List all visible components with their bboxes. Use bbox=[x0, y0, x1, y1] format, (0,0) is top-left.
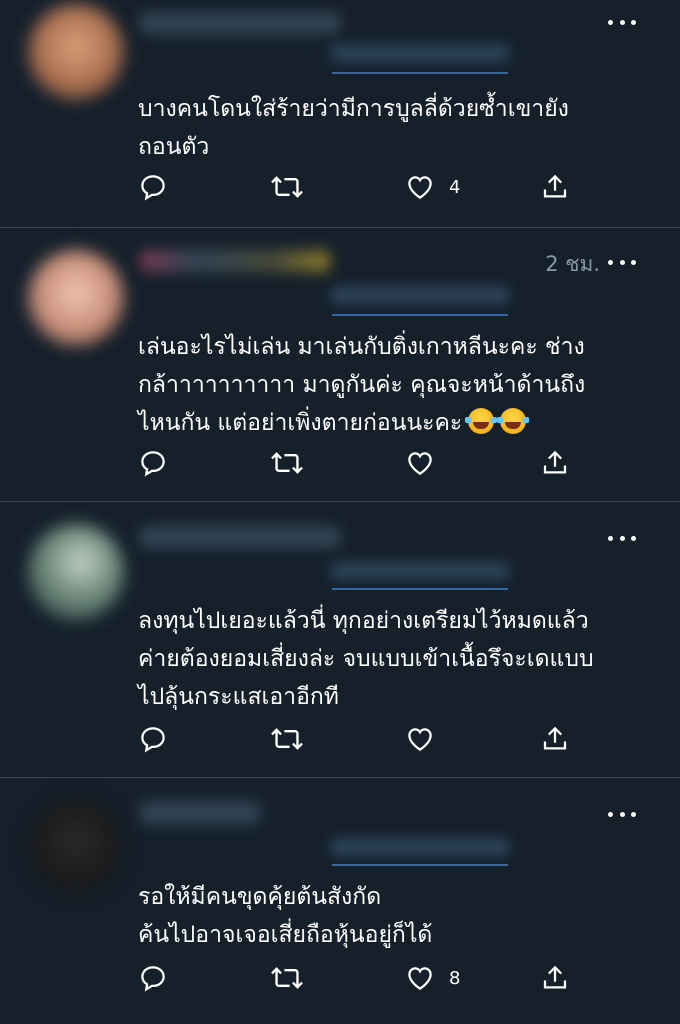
like-button[interactable] bbox=[405, 722, 449, 756]
tweet-actions bbox=[0, 446, 680, 480]
author-handle[interactable] bbox=[330, 286, 510, 304]
handle-underline bbox=[332, 72, 508, 74]
share-button[interactable] bbox=[540, 722, 570, 756]
retweet-icon bbox=[271, 728, 303, 750]
like-button[interactable] bbox=[405, 446, 449, 480]
author-name[interactable] bbox=[140, 802, 260, 824]
handle-underline bbox=[332, 864, 508, 866]
share-icon bbox=[543, 726, 567, 750]
tweet[interactable]: ลงทุนไปเยอะแล้วนี่ ทุกอย่างเตรียมไว้หมดแ… bbox=[0, 502, 680, 778]
reply-button[interactable] bbox=[138, 170, 182, 204]
handle-underline bbox=[332, 588, 508, 590]
tweet[interactable]: 2 ชม. เล่นอะไรไม่เล่น มาเล่นกับติ่งเกาหล… bbox=[0, 228, 680, 502]
tweet-text: บางคนโดนใส่ร้ายว่ามีการบูลลี่ด้วยซ้ำเขาย… bbox=[138, 96, 569, 160]
reply-icon bbox=[141, 966, 165, 992]
reply-icon bbox=[141, 451, 165, 477]
reply-button[interactable] bbox=[138, 961, 182, 995]
reply-button[interactable] bbox=[138, 722, 182, 756]
retweet-button[interactable] bbox=[270, 446, 318, 480]
share-icon bbox=[543, 174, 567, 198]
share-button[interactable] bbox=[540, 170, 570, 204]
more-icon[interactable] bbox=[608, 18, 636, 26]
more-icon[interactable] bbox=[608, 810, 636, 818]
retweet-icon bbox=[271, 967, 303, 989]
tweet-time[interactable]: 2 ชม. bbox=[545, 248, 600, 281]
handle-underline bbox=[332, 314, 508, 316]
avatar[interactable] bbox=[28, 798, 124, 894]
avatar[interactable] bbox=[28, 4, 124, 100]
like-count: 8 bbox=[449, 967, 461, 989]
tweet-text: เล่นอะไรไม่เล่น มาเล่นกับติ่งเกาหลีนะคะ … bbox=[138, 328, 658, 442]
reply-icon bbox=[141, 727, 165, 753]
more-icon[interactable] bbox=[608, 534, 636, 542]
tweet-actions bbox=[0, 722, 680, 756]
retweet-button[interactable] bbox=[270, 170, 318, 204]
heart-icon bbox=[408, 967, 432, 990]
reply-icon bbox=[141, 175, 165, 201]
tweet-feed: บางคนโดนใส่ร้ายว่ามีการบูลลี่ด้วยซ้ำเขาย… bbox=[0, 0, 680, 1024]
tweet-text: รอให้มีคนขุดคุ้ยต้นสังกัด ค้นไปอาจเจอเสี… bbox=[138, 884, 433, 948]
face-with-tears-of-joy-icon bbox=[465, 408, 498, 434]
retweet-icon bbox=[271, 452, 303, 474]
author-name[interactable] bbox=[140, 250, 330, 272]
tweet[interactable]: บางคนโดนใส่ร้ายว่ามีการบูลลี่ด้วยซ้ำเขาย… bbox=[0, 0, 680, 228]
share-button[interactable] bbox=[540, 446, 570, 480]
retweet-button[interactable] bbox=[270, 722, 318, 756]
share-button[interactable] bbox=[540, 961, 570, 995]
share-icon bbox=[543, 450, 567, 474]
like-button[interactable]: 8 bbox=[405, 961, 460, 995]
heart-icon bbox=[408, 728, 432, 751]
heart-icon bbox=[408, 452, 432, 475]
tweet-actions: 4 bbox=[0, 170, 680, 204]
author-handle[interactable] bbox=[330, 838, 510, 856]
more-icon[interactable] bbox=[608, 258, 636, 266]
reply-button[interactable] bbox=[138, 446, 182, 480]
share-icon bbox=[543, 965, 567, 989]
author-handle[interactable] bbox=[330, 44, 510, 62]
avatar[interactable] bbox=[28, 250, 124, 346]
like-button[interactable]: 4 bbox=[405, 170, 460, 204]
like-count: 4 bbox=[449, 176, 461, 198]
author-handle[interactable] bbox=[330, 562, 510, 580]
author-name[interactable] bbox=[140, 526, 340, 548]
tweet-actions: 8 bbox=[0, 961, 680, 995]
face-with-tears-of-joy-icon bbox=[497, 408, 530, 434]
heart-icon bbox=[408, 176, 432, 199]
avatar[interactable] bbox=[28, 524, 124, 620]
retweet-icon bbox=[271, 176, 303, 198]
author-name[interactable] bbox=[140, 12, 340, 34]
tweet-text: ลงทุนไปเยอะแล้วนี่ ทุกอย่างเตรียมไว้หมดแ… bbox=[138, 608, 594, 710]
retweet-button[interactable] bbox=[270, 961, 318, 995]
tweet[interactable]: รอให้มีคนขุดคุ้ยต้นสังกัด ค้นไปอาจเจอเสี… bbox=[0, 778, 680, 1024]
